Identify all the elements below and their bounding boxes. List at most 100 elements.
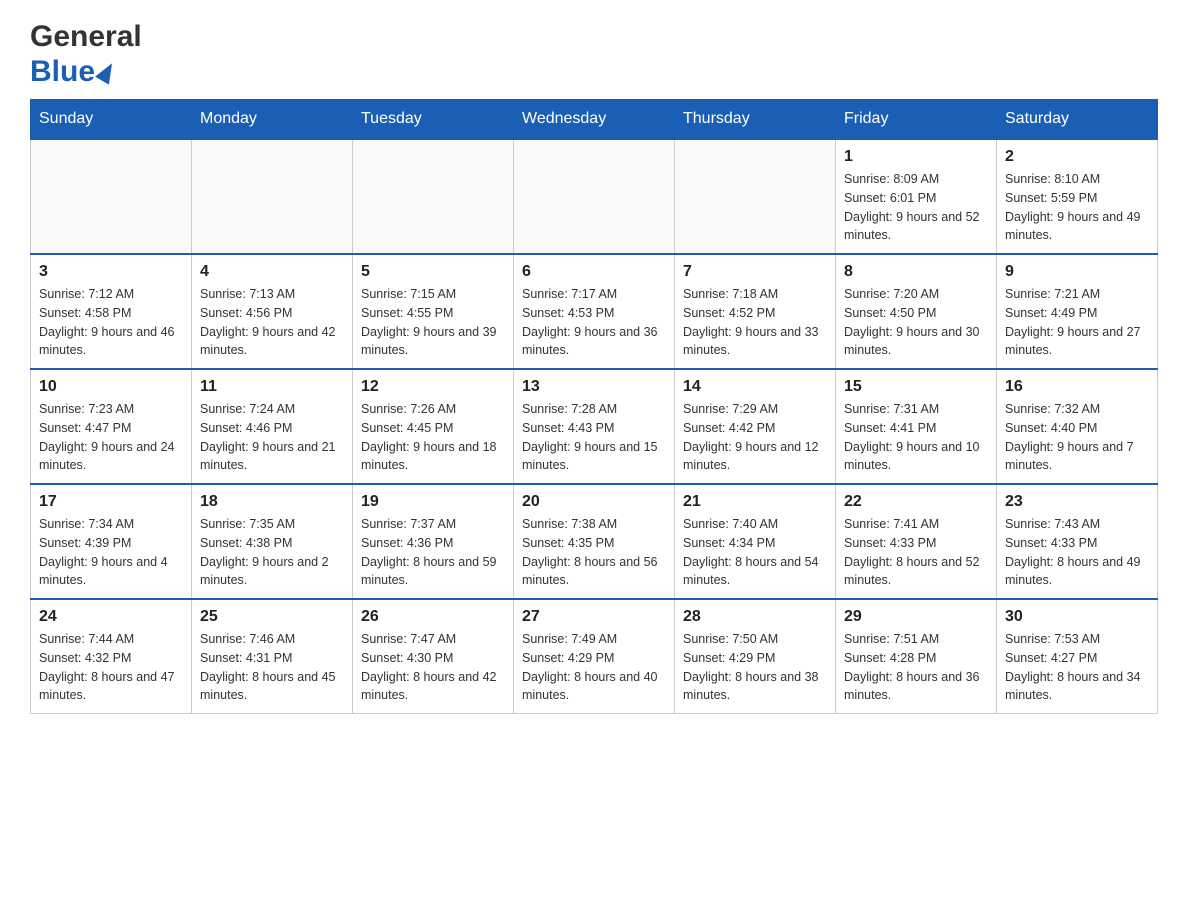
day-number: 8: [844, 263, 988, 281]
day-number: 16: [1005, 378, 1149, 396]
day-info: Sunrise: 7:26 AMSunset: 4:45 PMDaylight:…: [361, 400, 505, 475]
day-info: Sunrise: 7:15 AMSunset: 4:55 PMDaylight:…: [361, 285, 505, 360]
logo-general-text: General: [30, 20, 142, 55]
day-number: 21: [683, 493, 827, 511]
weekday-header-monday: Monday: [192, 100, 353, 140]
day-number: 15: [844, 378, 988, 396]
calendar-cell: 21 Sunrise: 7:40 AMSunset: 4:34 PMDayligh…: [675, 484, 836, 599]
weekday-header-tuesday: Tuesday: [353, 100, 514, 140]
calendar-cell: 30Sunrise: 7:53 AMSunset: 4:27 PMDayligh…: [997, 599, 1158, 714]
calendar-cell: 20 Sunrise: 7:38 AMSunset: 4:35 PMDayligh…: [514, 484, 675, 599]
day-number: 6: [522, 263, 666, 281]
calendar-week-5: 24 Sunrise: 7:44 AMSunset: 4:32 PMDayligh…: [31, 599, 1158, 714]
day-number: 2: [1005, 148, 1149, 166]
day-info: Sunrise: 7:28 AMSunset: 4:43 PMDaylight:…: [522, 400, 666, 475]
day-info: Sunrise: 7:29 AMSunset: 4:42 PMDaylight:…: [683, 400, 827, 475]
calendar-cell: 13 Sunrise: 7:28 AMSunset: 4:43 PMDayligh…: [514, 369, 675, 484]
day-info: Sunrise: 7:38 AMSunset: 4:35 PMDaylight:…: [522, 515, 666, 590]
day-info: Sunrise: 7:17 AMSunset: 4:53 PMDaylight:…: [522, 285, 666, 360]
day-number: 14: [683, 378, 827, 396]
calendar-cell: 1 Sunrise: 8:09 AMSunset: 6:01 PMDaylight…: [836, 139, 997, 254]
logo-blue-text: Blue: [30, 55, 95, 90]
day-info: Sunrise: 8:09 AMSunset: 6:01 PMDaylight:…: [844, 170, 988, 245]
calendar-cell: 22 Sunrise: 7:41 AMSunset: 4:33 PMDayligh…: [836, 484, 997, 599]
calendar-cell: 14 Sunrise: 7:29 AMSunset: 4:42 PMDayligh…: [675, 369, 836, 484]
calendar-cell: 8 Sunrise: 7:20 AMSunset: 4:50 PMDaylight…: [836, 254, 997, 369]
calendar-cell: [31, 139, 192, 254]
weekday-header-row: SundayMondayTuesdayWednesdayThursdayFrid…: [31, 100, 1158, 140]
day-number: 11: [200, 378, 344, 396]
calendar-cell: 3Sunrise: 7:12 AMSunset: 4:58 PMDaylight…: [31, 254, 192, 369]
day-number: 3: [39, 263, 183, 281]
calendar-cell: 25 Sunrise: 7:46 AMSunset: 4:31 PMDayligh…: [192, 599, 353, 714]
weekday-header-sunday: Sunday: [31, 100, 192, 140]
day-number: 7: [683, 263, 827, 281]
calendar-cell: 18 Sunrise: 7:35 AMSunset: 4:38 PMDayligh…: [192, 484, 353, 599]
day-info: Sunrise: 7:50 AMSunset: 4:29 PMDaylight:…: [683, 630, 827, 705]
calendar-table: SundayMondayTuesdayWednesdayThursdayFrid…: [30, 99, 1158, 714]
day-number: 18: [200, 493, 344, 511]
calendar-cell: 10Sunrise: 7:23 AMSunset: 4:47 PMDayligh…: [31, 369, 192, 484]
calendar-cell: 12Sunrise: 7:26 AMSunset: 4:45 PMDayligh…: [353, 369, 514, 484]
calendar-cell: 9Sunrise: 7:21 AMSunset: 4:49 PMDaylight…: [997, 254, 1158, 369]
calendar-cell: 29Sunrise: 7:51 AMSunset: 4:28 PMDayligh…: [836, 599, 997, 714]
day-info: Sunrise: 7:37 AMSunset: 4:36 PMDaylight:…: [361, 515, 505, 590]
calendar-cell: [353, 139, 514, 254]
calendar-cell: 16Sunrise: 7:32 AMSunset: 4:40 PMDayligh…: [997, 369, 1158, 484]
day-info: Sunrise: 7:44 AMSunset: 4:32 PMDaylight:…: [39, 630, 183, 705]
day-info: Sunrise: 7:46 AMSunset: 4:31 PMDaylight:…: [200, 630, 344, 705]
day-info: Sunrise: 8:10 AMSunset: 5:59 PMDaylight:…: [1005, 170, 1149, 245]
day-number: 20: [522, 493, 666, 511]
day-info: Sunrise: 7:13 AMSunset: 4:56 PMDaylight:…: [200, 285, 344, 360]
calendar-cell: 7 Sunrise: 7:18 AMSunset: 4:52 PMDaylight…: [675, 254, 836, 369]
day-info: Sunrise: 7:47 AMSunset: 4:30 PMDaylight:…: [361, 630, 505, 705]
day-number: 19: [361, 493, 505, 511]
calendar-cell: [514, 139, 675, 254]
day-number: 10: [39, 378, 183, 396]
logo-triangle-icon: [95, 59, 119, 84]
calendar-week-2: 3Sunrise: 7:12 AMSunset: 4:58 PMDaylight…: [31, 254, 1158, 369]
day-info: Sunrise: 7:35 AMSunset: 4:38 PMDaylight:…: [200, 515, 344, 590]
calendar-cell: 2 Sunrise: 8:10 AMSunset: 5:59 PMDaylight…: [997, 139, 1158, 254]
day-number: 27: [522, 608, 666, 626]
calendar-cell: 11 Sunrise: 7:24 AMSunset: 4:46 PMDayligh…: [192, 369, 353, 484]
calendar-cell: 4Sunrise: 7:13 AMSunset: 4:56 PMDaylight…: [192, 254, 353, 369]
calendar-week-3: 10Sunrise: 7:23 AMSunset: 4:47 PMDayligh…: [31, 369, 1158, 484]
calendar-cell: 17Sunrise: 7:34 AMSunset: 4:39 PMDayligh…: [31, 484, 192, 599]
calendar-cell: 27 Sunrise: 7:49 AMSunset: 4:29 PMDayligh…: [514, 599, 675, 714]
calendar-cell: 28 Sunrise: 7:50 AMSunset: 4:29 PMDayligh…: [675, 599, 836, 714]
weekday-header-saturday: Saturday: [997, 100, 1158, 140]
calendar-cell: 26 Sunrise: 7:47 AMSunset: 4:30 PMDayligh…: [353, 599, 514, 714]
day-info: Sunrise: 7:49 AMSunset: 4:29 PMDaylight:…: [522, 630, 666, 705]
calendar-cell: 19 Sunrise: 7:37 AMSunset: 4:36 PMDayligh…: [353, 484, 514, 599]
day-info: Sunrise: 7:20 AMSunset: 4:50 PMDaylight:…: [844, 285, 988, 360]
weekday-header-wednesday: Wednesday: [514, 100, 675, 140]
weekday-header-friday: Friday: [836, 100, 997, 140]
page-header: General Blue: [30, 20, 1158, 89]
calendar-cell: 23 Sunrise: 7:43 AMSunset: 4:33 PMDayligh…: [997, 484, 1158, 599]
day-number: 22: [844, 493, 988, 511]
day-info: Sunrise: 7:21 AMSunset: 4:49 PMDaylight:…: [1005, 285, 1149, 360]
day-number: 5: [361, 263, 505, 281]
day-info: Sunrise: 7:43 AMSunset: 4:33 PMDaylight:…: [1005, 515, 1149, 590]
day-number: 13: [522, 378, 666, 396]
day-info: Sunrise: 7:53 AMSunset: 4:27 PMDaylight:…: [1005, 630, 1149, 705]
calendar-week-4: 17Sunrise: 7:34 AMSunset: 4:39 PMDayligh…: [31, 484, 1158, 599]
calendar-cell: 5 Sunrise: 7:15 AMSunset: 4:55 PMDaylight…: [353, 254, 514, 369]
day-number: 25: [200, 608, 344, 626]
day-number: 26: [361, 608, 505, 626]
day-info: Sunrise: 7:18 AMSunset: 4:52 PMDaylight:…: [683, 285, 827, 360]
day-number: 28: [683, 608, 827, 626]
day-number: 1: [844, 148, 988, 166]
day-number: 24: [39, 608, 183, 626]
day-info: Sunrise: 7:40 AMSunset: 4:34 PMDaylight:…: [683, 515, 827, 590]
day-info: Sunrise: 7:51 AMSunset: 4:28 PMDaylight:…: [844, 630, 988, 705]
calendar-week-1: 1 Sunrise: 8:09 AMSunset: 6:01 PMDaylight…: [31, 139, 1158, 254]
logo: General Blue: [30, 20, 142, 89]
day-info: Sunrise: 7:34 AMSunset: 4:39 PMDaylight:…: [39, 515, 183, 590]
day-info: Sunrise: 7:41 AMSunset: 4:33 PMDaylight:…: [844, 515, 988, 590]
weekday-header-thursday: Thursday: [675, 100, 836, 140]
calendar-cell: 24 Sunrise: 7:44 AMSunset: 4:32 PMDayligh…: [31, 599, 192, 714]
day-info: Sunrise: 7:24 AMSunset: 4:46 PMDaylight:…: [200, 400, 344, 475]
day-number: 23: [1005, 493, 1149, 511]
